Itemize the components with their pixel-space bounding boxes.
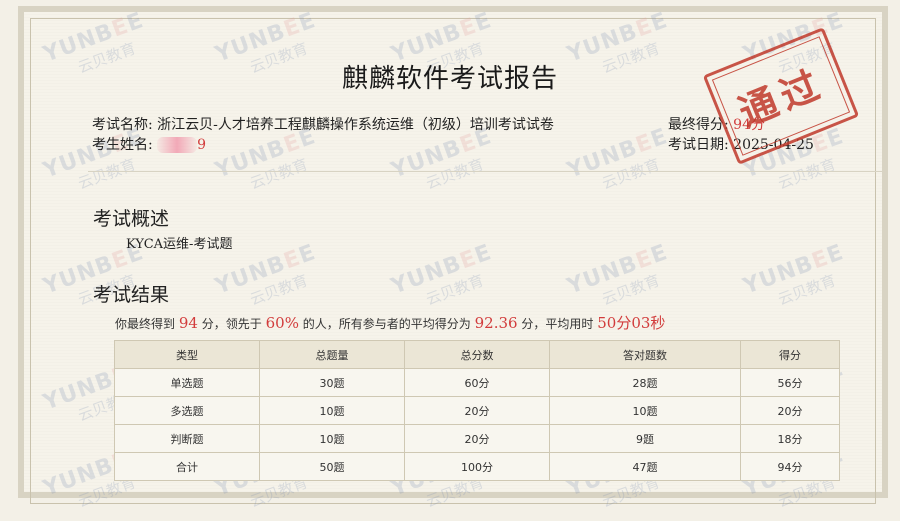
cell: 9题 [549,424,741,453]
result-summary: 你最终得到 94 分，领先于 60% 的人，所有参与者的平均得分为 92.36 … [115,312,665,333]
table-header-row: 类型 总题量 总分数 答对题数 得分 [114,340,840,369]
cell: 20分 [404,396,550,425]
summary-score: 94 [178,314,198,332]
header-score: 得分 [740,340,840,369]
divider [88,171,883,172]
exam-name-value: 浙江云贝-人才培养工程麒麟操作系统运维（初级）培训考试试卷 [157,117,554,133]
cell: 单选题 [114,368,260,397]
result-heading: 考试结果 [93,284,170,306]
summary-text-4: 分，平均用时 [521,317,594,331]
cell: 30题 [259,368,405,397]
header-type: 类型 [114,340,260,369]
summary-percent: 60% [265,314,299,332]
summary-time: 50分03秒 [597,314,666,332]
cell: 10题 [259,424,405,453]
summary-text-1: 你最终得到 [115,317,176,331]
candidate-redacted [157,137,198,153]
header-correct-count: 答对题数 [549,340,741,369]
cell: 10题 [259,396,405,425]
cell: 20分 [740,396,840,425]
table-row: 多选题 10题 20分 10题 20分 [114,396,840,425]
cell: 10题 [549,396,741,425]
result-table: 类型 总题量 总分数 答对题数 得分 单选题 30题 60分 28题 56分 多… [114,340,840,481]
cell: 60分 [404,368,550,397]
overview-heading: 考试概述 [93,208,170,230]
table-row: 判断题 10题 20分 9题 18分 [114,424,840,453]
cell: 18分 [740,424,840,453]
cell: 合计 [114,452,260,481]
summary-text-3: 的人，所有参与者的平均得分为 [302,317,471,331]
cell: 判断题 [114,424,260,453]
candidate-value: 9 [197,137,207,153]
header-total-questions: 总题量 [259,340,405,369]
overview-text: KYCA运维-考试题 [126,237,233,252]
table-row: 合计 50题 100分 47题 94分 [114,452,840,481]
candidate-row: 考生姓名: 9 [92,134,206,154]
cell: 多选题 [114,396,260,425]
summary-text-2: 分，领先于 [201,317,262,331]
cell: 47题 [549,452,741,481]
exam-date-label: 考试日期: [668,137,729,153]
header-total-score: 总分数 [404,340,550,369]
cell: 50题 [259,452,405,481]
cell: 20分 [404,424,550,453]
exam-name-row: 考试名称: 浙江云贝-人才培养工程麒麟操作系统运维（初级）培训考试试卷 [92,114,554,134]
candidate-label: 考生姓名: [92,137,153,153]
exam-name-label: 考试名称: [92,117,153,133]
cell: 28题 [549,368,741,397]
cell: 56分 [740,368,840,397]
table-row: 单选题 30题 60分 28题 56分 [114,368,840,397]
cell: 100分 [404,452,550,481]
cell: 94分 [740,452,840,481]
summary-average: 92.36 [474,314,518,332]
